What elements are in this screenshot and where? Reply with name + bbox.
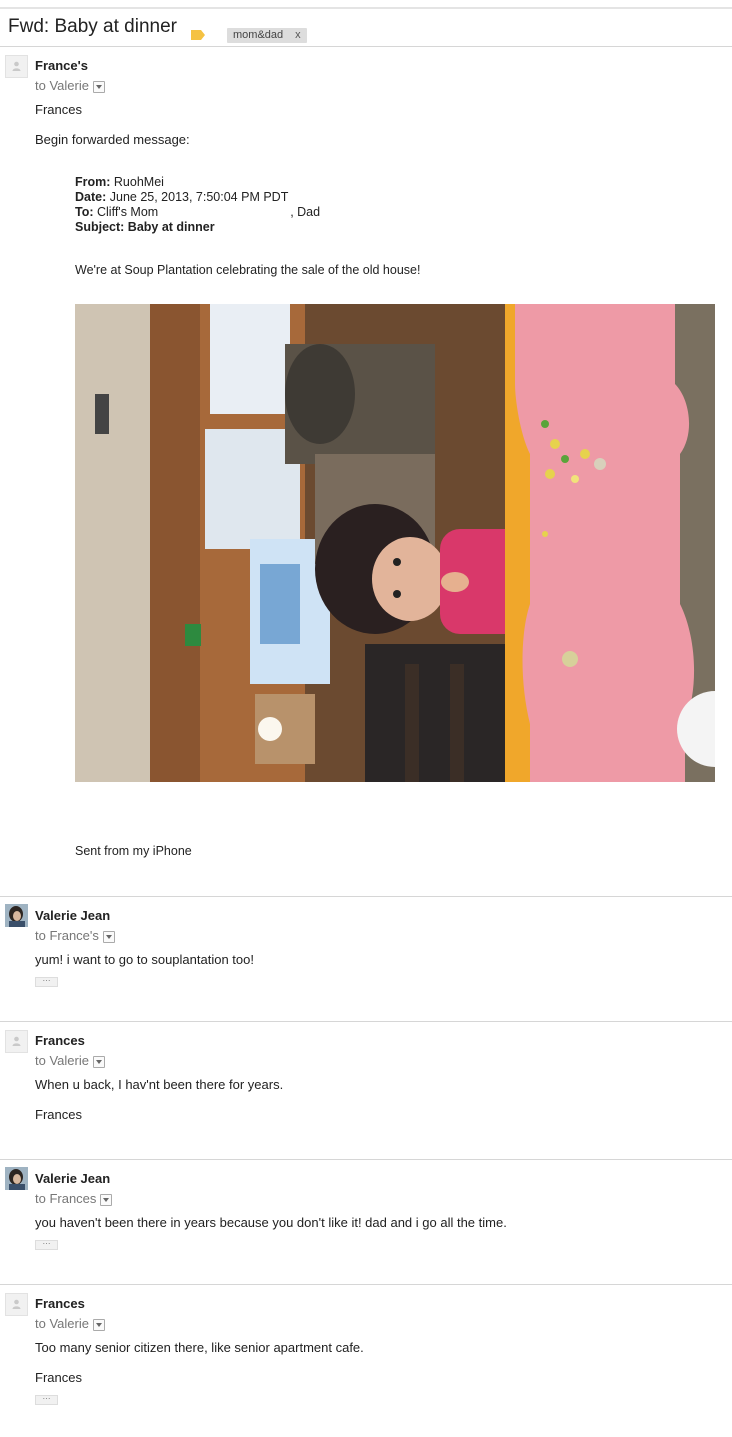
forwarded-to: To: Cliff's Mom, Dad [75, 205, 321, 219]
blank-person-icon [5, 1293, 28, 1316]
message-body: you haven't been there in years because … [35, 1215, 507, 1230]
recipient-details-dropdown[interactable] [102, 930, 115, 943]
recipient-line: to Frances [35, 1191, 113, 1206]
remove-label-button[interactable]: x [295, 29, 301, 41]
recipient-details-dropdown[interactable] [92, 80, 105, 93]
recipient-line: to Valerie [35, 1053, 105, 1068]
show-trimmed-content-button[interactable]: ··· [35, 1395, 58, 1405]
message-body: When u back, I hav'nt been there for yea… [35, 1077, 284, 1092]
top-divider [0, 7, 732, 9]
signature: Frances [35, 1370, 82, 1385]
recipient-line: to Valerie [35, 1316, 105, 1331]
message-5: Frances to Valerie Too many senior citiz… [0, 1284, 732, 1437]
valerie-photo-avatar [5, 904, 28, 927]
valerie-photo-avatar [5, 1167, 28, 1190]
message-2: Valerie Jean to France's yum! i want to … [0, 896, 732, 1022]
recipient-text: to Frances [35, 1191, 97, 1206]
signature: Frances [35, 1107, 82, 1122]
recipient-text: to Valerie [35, 1316, 89, 1331]
recipient-details-dropdown[interactable] [92, 1055, 105, 1068]
label-chip-text: mom&dad [233, 29, 284, 41]
sender-name[interactable]: Valerie Jean [35, 908, 110, 923]
forwarded-from: From: RuohMei [75, 175, 164, 189]
sender-name[interactable]: Frances [35, 1033, 85, 1048]
label-chip[interactable]: mom&dad x [227, 28, 307, 43]
show-trimmed-content-button[interactable]: ··· [35, 977, 58, 987]
label-tag-icon[interactable] [191, 30, 205, 40]
thread-subject: Fwd: Baby at dinner [8, 16, 177, 37]
body-line: Frances [35, 102, 82, 117]
recipient-text: to Valerie [35, 78, 89, 93]
blank-person-icon [5, 55, 28, 78]
sender-name[interactable]: Valerie Jean [35, 1171, 110, 1186]
recipient-details-dropdown[interactable] [100, 1193, 113, 1206]
recipient-text: to France's [35, 928, 99, 943]
message-3: Frances to Valerie When u back, I hav'nt… [0, 1021, 732, 1160]
message-body: yum! i want to go to souplantation too! [35, 952, 254, 967]
recipient-line: to Valerie [35, 78, 105, 93]
message-4: Valerie Jean to Frances you haven't been… [0, 1159, 732, 1285]
sender-name[interactable]: France's [35, 58, 88, 73]
blank-person-icon [5, 1030, 28, 1053]
forwarded-subject: Subject: Baby at dinner [75, 220, 215, 234]
recipient-text: to Valerie [35, 1053, 89, 1068]
body-line: Begin forwarded message: [35, 132, 190, 147]
recipient-details-dropdown[interactable] [92, 1318, 105, 1331]
forwarded-text: We're at Soup Plantation celebrating the… [75, 263, 421, 277]
thread-header: Fwd: Baby at dinner mom&dad x [0, 10, 732, 47]
forwarded-headers: From: RuohMei Date: June 25, 2013, 7:50:… [75, 175, 320, 235]
forwarded-date: Date: June 25, 2013, 7:50:04 PM PDT [75, 190, 289, 204]
message-body: Too many senior citizen there, like seni… [35, 1340, 364, 1355]
baby-at-dinner-photo[interactable] [75, 304, 715, 782]
sender-name[interactable]: Frances [35, 1296, 85, 1311]
signature: Sent from my iPhone [75, 844, 192, 858]
show-trimmed-content-button[interactable]: ··· [35, 1240, 58, 1250]
recipient-line: to France's [35, 928, 115, 943]
